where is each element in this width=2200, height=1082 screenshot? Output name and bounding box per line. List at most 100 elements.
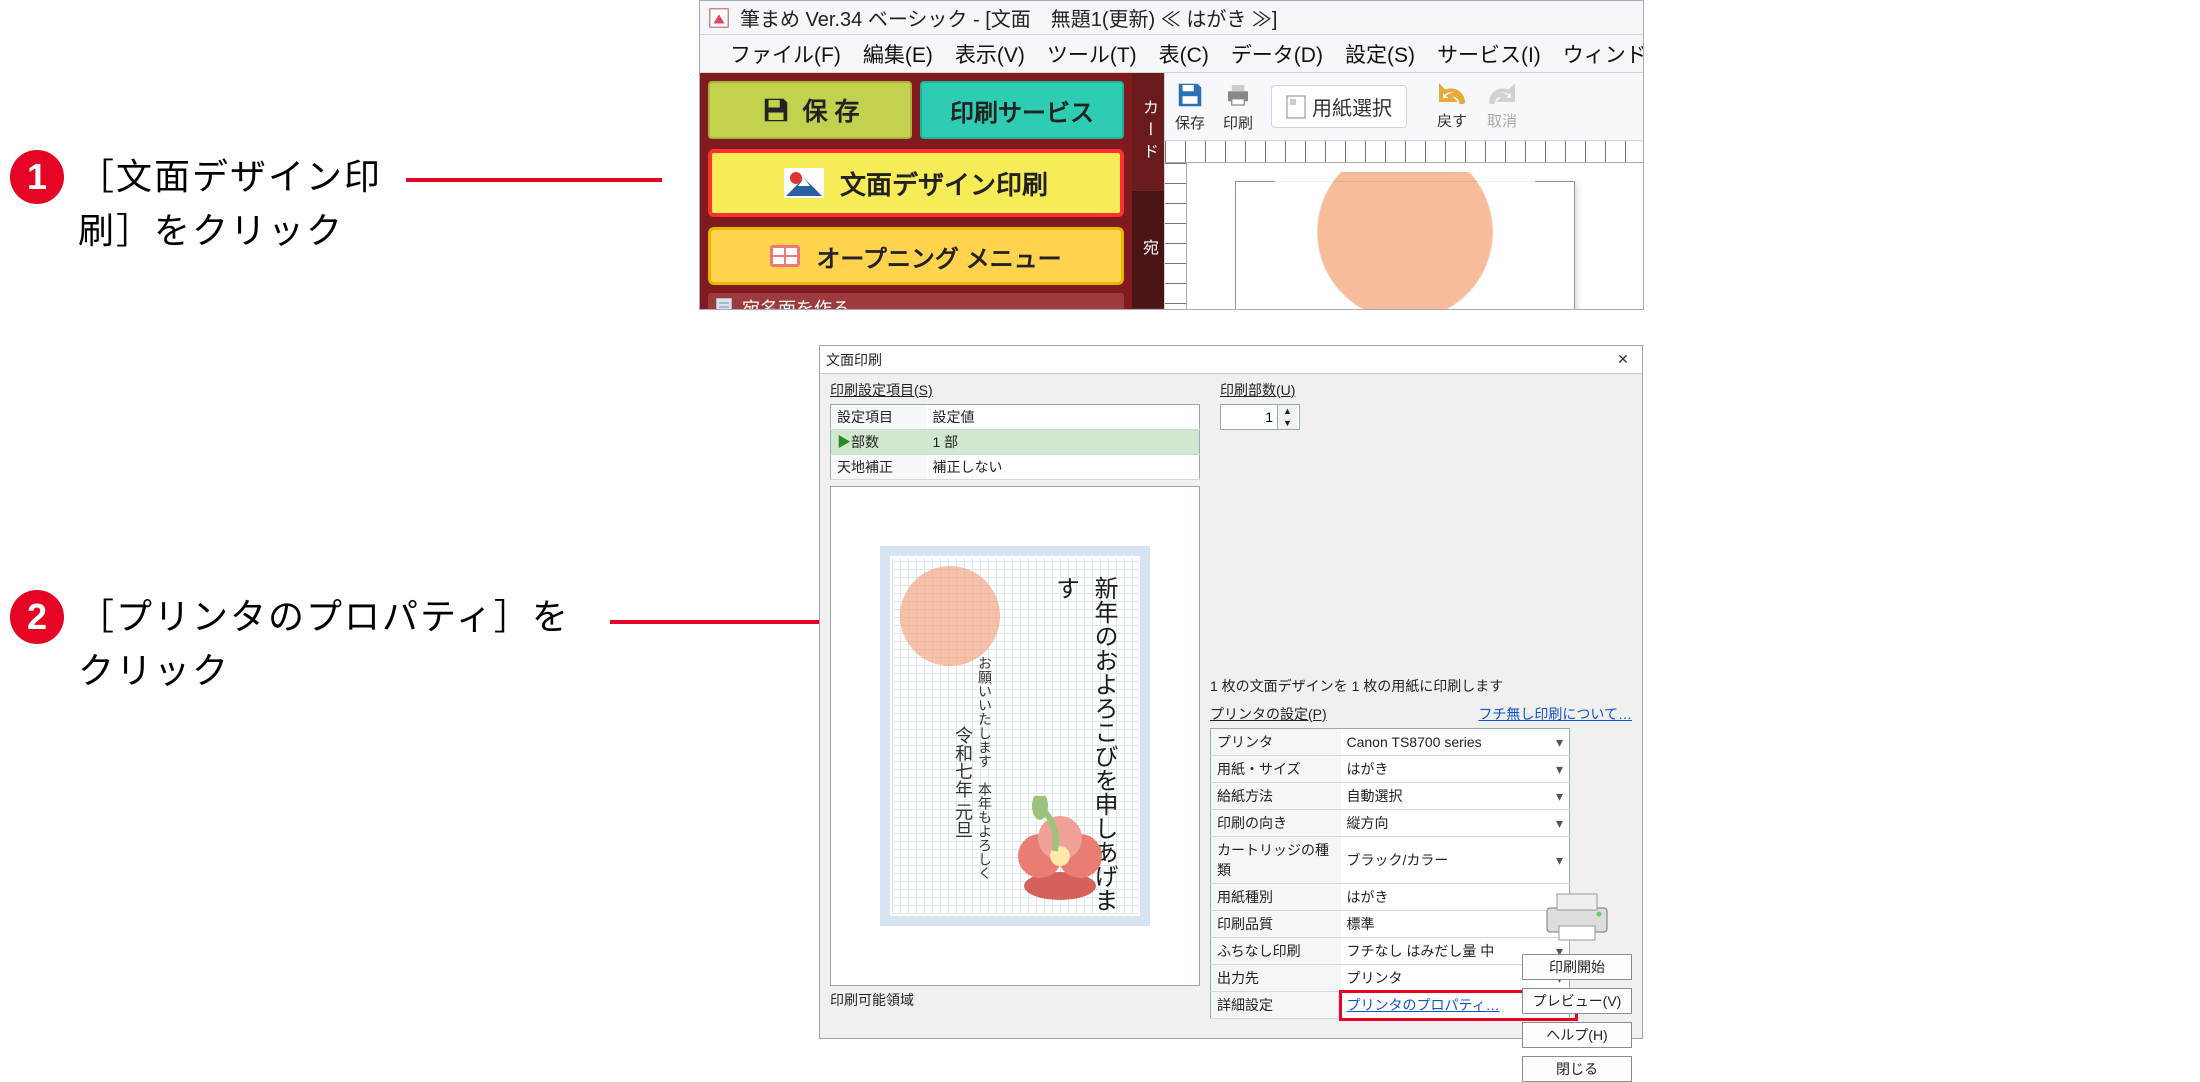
printer-icon [1537,886,1617,946]
tool-paper-select[interactable]: 用紙選択 [1271,85,1407,128]
save-button[interactable]: 保 存 [708,81,912,139]
printer-prop-value[interactable]: 縦方向 [1341,810,1550,837]
tool-redo[interactable]: 取消 [1485,82,1519,131]
copies-spinner[interactable]: ▲ ▼ [1220,404,1300,430]
dropdown-icon[interactable]: ▾ [1550,729,1570,756]
printer-prop-row[interactable]: カートリッジの種類ブラック/カラー▾ [1211,837,1570,884]
menu-view[interactable]: 表示(V) [955,39,1025,69]
printer-prop-value[interactable]: ブラック/カラー [1341,837,1550,884]
menu-table[interactable]: 表(C) [1159,39,1209,69]
dropdown-icon[interactable]: ▾ [1550,756,1570,783]
design-paper[interactable] [1235,181,1575,309]
settings-row[interactable]: ▶部数 1 部 [831,430,1200,455]
vtab-atena[interactable]: 宛 [1132,191,1164,309]
printer-settings-label: プリンタの設定(P) [1210,704,1327,724]
copies-box: 印刷部数(U) ▲ ▼ [1220,380,1300,480]
print-service-button[interactable]: 印刷サービス [920,81,1124,139]
printer-prop-key: プリンタ [1211,729,1341,756]
printer-prop-key: 給紙方法 [1211,783,1341,810]
printer-prop-value[interactable]: Canon TS8700 series [1341,729,1550,756]
printer-prop-value[interactable]: プリンタ [1341,965,1550,992]
preview-calligraphy-sub: お願いいたします 本年もよろしく [975,656,995,880]
tool-save-label: 保存 [1175,112,1205,133]
printer-prop-row[interactable]: 用紙種別はがき▾ [1211,884,1570,911]
settings-row-key: ▶部数 [831,430,927,455]
printer-prop-row[interactable]: 印刷の向き縦方向▾ [1211,810,1570,837]
tool-paper-label: 用紙選択 [1312,92,1392,121]
spin-down[interactable]: ▼ [1277,417,1297,429]
tool-undo[interactable]: 戻す [1435,82,1469,131]
menu-data[interactable]: データ(D) [1231,39,1323,69]
fuji-icon [784,168,824,198]
preview-flower [1000,796,1120,906]
dialog-title: 文面印刷 [826,350,882,370]
dropdown-icon[interactable]: ▾ [1550,810,1570,837]
settings-header: 設定項目 設定値 [831,405,1200,430]
printer-prop-row[interactable]: 印刷品質標準▾ [1211,911,1570,938]
printer-prop-row[interactable]: プリンタCanon TS8700 series▾ [1211,729,1570,756]
ruler-vertical [1165,163,1187,309]
printer-prop-row[interactable]: 出力先プリンタ▾ [1211,965,1570,992]
settings-row-val: 補正しない [927,455,1200,480]
menu-settings[interactable]: 設定(S) [1345,39,1415,69]
title-text: 筆まめ Ver.34 ベーシック - [文面 無題1(更新) ≪ はがき ≫] [740,3,1277,32]
menu-edit[interactable]: 編集(E) [863,39,933,69]
settings-label: 印刷設定項目(S) [830,380,1200,400]
save-button-label: 保 存 [803,92,860,128]
tool-save[interactable]: 保存 [1175,80,1205,133]
dialog-close-button[interactable]: ✕ [1610,349,1636,371]
vtab-card[interactable]: カード [1132,73,1164,191]
printer-prop-row[interactable]: ふちなし印刷フチなし はみだし量 中▾ [1211,938,1570,965]
save-icon [1175,80,1205,110]
preview-pane: 新年のおよろこびを申しあげます お願いいたします 本年もよろしく 令和七年 元旦… [830,486,1200,1019]
print-service-label: 印刷サービス [950,93,1094,128]
design-print-label: 文面デザイン印刷 [840,165,1048,202]
printer-prop-row[interactable]: 給紙方法自動選択▾ [1211,783,1570,810]
sub-item-atena[interactable]: 宛名面を作る [708,293,1124,310]
dropdown-icon[interactable]: ▾ [1550,837,1570,884]
spin-up[interactable]: ▲ [1277,405,1297,417]
side-buttons: 印刷開始 プレビュー(V) ヘルプ(H) 閉じる [1522,886,1632,1082]
printer-prop-value[interactable]: フチなし はみだし量 中 [1341,938,1550,965]
preview-button[interactable]: プレビュー(V) [1522,988,1632,1014]
dropdown-icon[interactable]: ▾ [1550,783,1570,810]
opening-menu-label: オープニング メニュー [816,239,1061,274]
printer-prop-row[interactable]: 詳細設定プリンタのプロパティ… [1211,992,1570,1019]
printer-prop-value[interactable]: はがき [1341,756,1550,783]
printer-prop-row[interactable]: 用紙・サイズはがき▾ [1211,756,1570,783]
menu-file[interactable]: ファイル(F) [730,39,841,69]
left-panel: 保 存 印刷サービス 文面デザイン印刷 オープニング メニュー 宛名面を作る カ… [700,73,1132,309]
ruler-horizontal [1165,141,1643,163]
preview-sun [900,566,1000,666]
menu-window[interactable]: ウィンドウ(W) [1563,39,1644,69]
preview-frame: 新年のおよろこびを申しあげます お願いいたします 本年もよろしく 令和七年 元旦 [830,486,1200,986]
undo-icon [1435,82,1469,108]
menu-service[interactable]: サービス(I) [1437,39,1541,69]
settings-row[interactable]: 天地補正 補正しない [831,455,1200,480]
settings-table[interactable]: 設定項目 設定値 ▶部数 1 部 天地補正 補正しない [830,404,1200,480]
doc-icon [716,298,732,310]
settings-col-key: 設定項目 [831,405,927,430]
printer-prop-value[interactable]: 自動選択 [1341,783,1550,810]
tool-print[interactable]: 印刷 [1223,80,1253,133]
printer-prop-key: 印刷の向き [1211,810,1341,837]
opening-menu-button[interactable]: オープニング メニュー [708,227,1124,285]
preview-calligraphy-date: 令和七年 元旦 [950,726,976,839]
printer-prop-value[interactable]: 標準 [1341,911,1550,938]
close-icon: ✕ [1617,351,1629,368]
opening-menu-icon [770,245,800,267]
printer-prop-value[interactable]: はがき [1341,884,1550,911]
tool-redo-label: 取消 [1487,110,1517,131]
copies-input[interactable] [1221,405,1277,429]
printer-prop-key: 出力先 [1211,965,1341,992]
close-button[interactable]: 閉じる [1522,1056,1632,1082]
help-button[interactable]: ヘルプ(H) [1522,1022,1632,1048]
menu-tool[interactable]: ツール(T) [1047,39,1137,69]
printer-prop-key: ふちなし印刷 [1211,938,1341,965]
step-2-badge: 2 [10,590,64,644]
design-print-button[interactable]: 文面デザイン印刷 [708,149,1124,217]
borderless-link[interactable]: フチ無し印刷について… [1478,704,1632,724]
printer-prop-value[interactable]: プリンタのプロパティ… [1341,992,1550,1019]
settings-box: 印刷設定項目(S) 設定項目 設定値 ▶部数 1 部 天地補正 補正しない [830,380,1200,480]
print-start-button[interactable]: 印刷開始 [1522,954,1632,980]
